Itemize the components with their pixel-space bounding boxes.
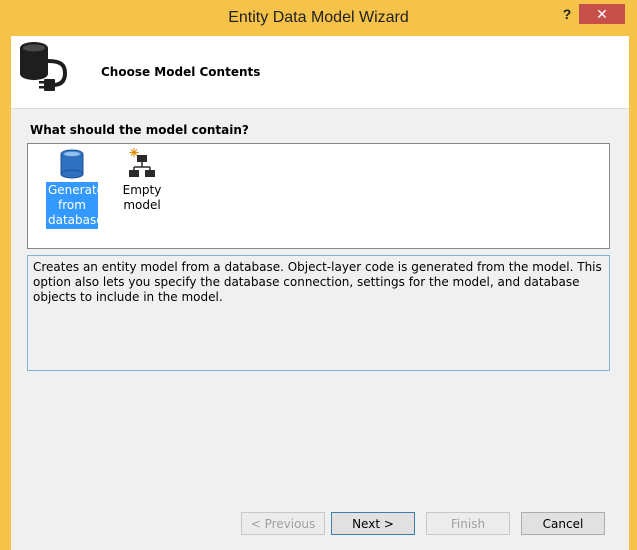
- empty-model-icon: [129, 148, 155, 177]
- window-title: Entity Data Model Wizard: [228, 9, 409, 26]
- page-title: Choose Model Contents: [101, 65, 261, 79]
- option-generate-from-database[interactable]: Generate from database: [39, 148, 105, 229]
- database-icon: [60, 149, 84, 179]
- model-options-list[interactable]: Generate from database Empty model: [27, 143, 610, 249]
- option-label: Generate from database: [46, 182, 105, 229]
- help-button[interactable]: ?: [555, 4, 579, 24]
- title-bar[interactable]: Entity Data Model Wizard ? ✕: [0, 0, 637, 36]
- next-button[interactable]: Next >: [331, 512, 415, 535]
- wizard-header: Choose Model Contents: [11, 36, 629, 109]
- finish-button[interactable]: Finish: [426, 512, 510, 535]
- cancel-button[interactable]: Cancel: [521, 512, 605, 535]
- previous-button[interactable]: < Previous: [241, 512, 325, 535]
- option-description: Creates an entity model from a database.…: [27, 255, 610, 371]
- wizard-client-area: Choose Model Contents What should the mo…: [11, 36, 629, 550]
- window-frame: Entity Data Model Wizard ? ✕ Choose Mode…: [0, 0, 637, 550]
- option-label: Empty model: [122, 183, 162, 212]
- model-contents-question: What should the model contain?: [30, 123, 249, 137]
- close-button[interactable]: ✕: [579, 4, 625, 24]
- database-plug-icon: [20, 42, 68, 91]
- option-empty-model[interactable]: Empty model: [106, 148, 178, 214]
